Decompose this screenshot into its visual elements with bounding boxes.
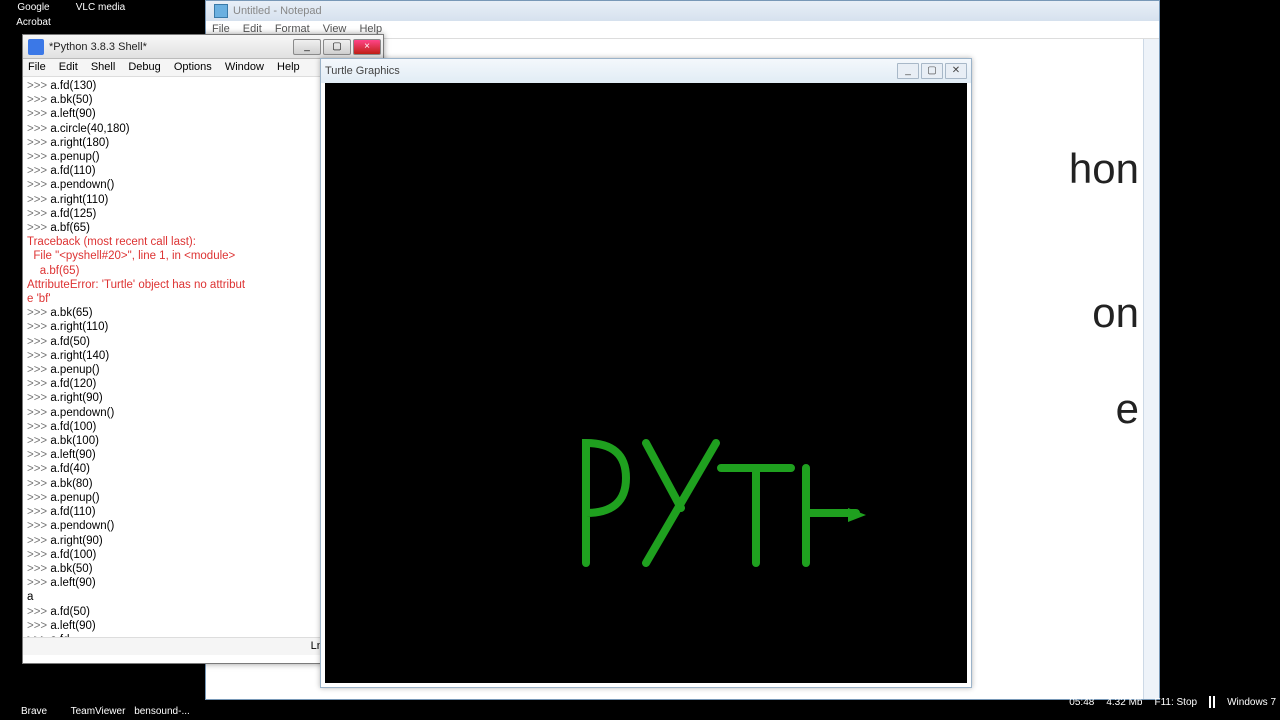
minimize-button[interactable]: _ xyxy=(897,63,919,79)
turtle-canvas xyxy=(325,83,967,683)
turtle-titlebar[interactable]: Turtle Graphics _ ▢ ✕ xyxy=(321,59,971,83)
taskbar-item[interactable]: TeamViewer xyxy=(68,688,128,717)
python-icon xyxy=(28,39,44,55)
menu-file[interactable]: File xyxy=(28,61,46,73)
maximize-button[interactable]: ▢ xyxy=(921,63,943,79)
notepad-icon xyxy=(214,4,228,18)
menu-debug[interactable]: Debug xyxy=(128,61,160,73)
menu-shell[interactable]: Shell xyxy=(91,61,115,73)
desktop-icon[interactable]: VLC media xyxy=(68,2,133,13)
shell-titlebar[interactable]: *Python 3.8.3 Shell* _ ▢ × xyxy=(23,35,383,59)
system-tray: 05:48 4.32 Mb F11: Stop Windows 7 xyxy=(1069,696,1276,708)
close-button[interactable]: × xyxy=(353,39,381,55)
maximize-button[interactable]: ▢ xyxy=(323,39,351,55)
taskbar: Brave TeamViewer bensound-... 05:48 4.32… xyxy=(0,688,1280,720)
desktop-icon[interactable]: Google xyxy=(1,2,66,13)
desktop: Google VLC media Acrobat xyxy=(0,0,200,30)
notepad-titlebar[interactable]: Untitled - Notepad xyxy=(206,1,1159,21)
menu-edit[interactable]: Edit xyxy=(59,61,78,73)
tray-net: 4.32 Mb xyxy=(1106,697,1142,708)
minimize-button[interactable]: _ xyxy=(293,39,321,55)
taskbar-item[interactable]: bensound-... xyxy=(132,688,192,717)
menu-options[interactable]: Options xyxy=(174,61,212,73)
menu-help[interactable]: Help xyxy=(277,61,300,73)
turtle-window: Turtle Graphics _ ▢ ✕ xyxy=(320,58,972,688)
tray-time: 05:48 xyxy=(1069,697,1094,708)
tray-os: Windows 7 xyxy=(1227,697,1276,708)
desktop-icon[interactable]: Acrobat xyxy=(1,17,66,28)
pause-icon[interactable] xyxy=(1209,696,1215,708)
menu-window[interactable]: Window xyxy=(225,61,264,73)
notepad-scrollbar[interactable] xyxy=(1143,39,1159,699)
taskbar-item[interactable]: Brave xyxy=(4,688,64,717)
tray-fn: F11: Stop xyxy=(1154,697,1197,708)
close-button[interactable]: ✕ xyxy=(945,63,967,79)
